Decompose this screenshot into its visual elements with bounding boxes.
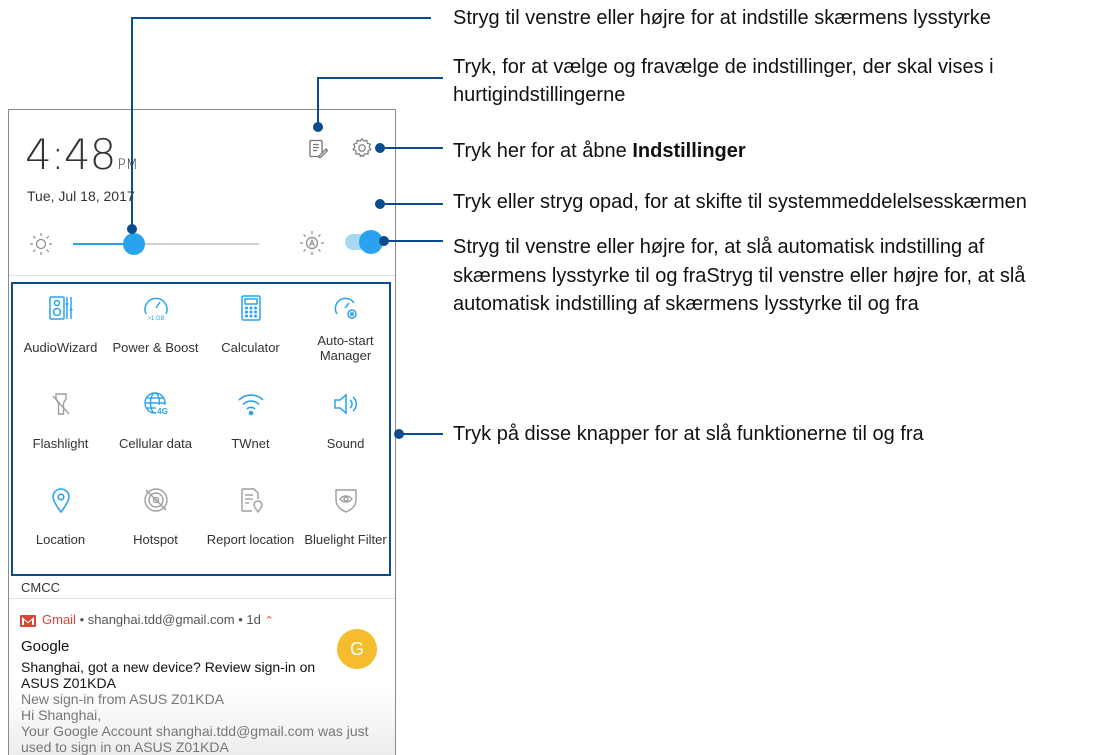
notification-line: ASUS Z01KDA xyxy=(21,675,116,691)
carrier-label: CMCC xyxy=(21,580,60,595)
avatar: G xyxy=(337,629,377,669)
brightness-slider-thumb[interactable] xyxy=(123,233,146,255)
auto-brightness-toggle[interactable] xyxy=(345,230,383,254)
brightness-slider[interactable] xyxy=(73,233,259,255)
notification-meta: • shanghai.tdd@gmail.com • 1d xyxy=(75,612,261,627)
callout-buttons-text: Tryk på disse knapper for at slå funktio… xyxy=(453,423,924,445)
clock-ampm: PM xyxy=(117,157,138,173)
brightness-low-icon xyxy=(30,233,52,255)
callout-line xyxy=(317,77,443,79)
settings-gear-icon[interactable] xyxy=(351,137,373,159)
notification-line: Shanghai, got a new device? Review sign-… xyxy=(21,659,316,675)
callout-edit-text-line1: Tryk, for at vælge og fravælge de indsti… xyxy=(453,56,994,78)
callout-auto-text-line1: Stryg til venstre eller højre for, at sl… xyxy=(453,236,985,258)
callout-line xyxy=(384,240,443,242)
callout-settings-bold: Indstillinger xyxy=(632,140,746,162)
date-label: Tue, Jul 18, 2017 xyxy=(27,188,135,204)
callout-dot xyxy=(313,122,323,132)
notification-title: Google xyxy=(21,638,70,655)
callout-line xyxy=(380,147,443,149)
callout-line xyxy=(131,17,431,19)
gmail-icon xyxy=(20,615,36,627)
clock: 4:48 PM xyxy=(25,134,138,176)
callout-swipe-text: Tryk eller stryg opad, for at skifte til… xyxy=(453,191,1027,213)
gmail-notification[interactable]: Gmail • shanghai.tdd@gmail.com • 1d ⌃ Go… xyxy=(9,598,395,755)
notification-app-name: Gmail xyxy=(42,612,76,627)
notification-header: Gmail • shanghai.tdd@gmail.com • 1d ⌃ xyxy=(42,612,274,627)
callout-dot xyxy=(127,224,137,234)
callout-auto-text-line3: automatisk indstilling af skærmens lysst… xyxy=(453,293,919,315)
callout-line xyxy=(317,77,319,127)
notification-line: Your Google Account shanghai.tdd@gmail.c… xyxy=(21,723,369,739)
callout-edit-text-line2: hurtigindstillingerne xyxy=(453,84,626,106)
notification-line: New sign-in from ASUS Z01KDA xyxy=(21,691,225,707)
divider xyxy=(9,275,395,276)
edit-quick-settings-icon[interactable] xyxy=(308,139,328,159)
notification-line: Hi Shanghai, xyxy=(21,707,102,723)
chevron-up-icon[interactable]: ⌃ xyxy=(264,615,273,627)
callout-brightness-text: Stryg til venstre eller højre for at ind… xyxy=(453,7,991,29)
callout-settings-text: Tryk her for at åbne Indstillinger xyxy=(453,138,746,164)
callout-settings-prefix: Tryk her for at åbne xyxy=(453,140,633,162)
callout-auto-text-line2: skærmens lysstyrke til og fraStryg til v… xyxy=(453,265,1026,287)
auto-brightness-icon xyxy=(300,231,324,255)
quick-settings-highlight-box xyxy=(11,282,391,576)
notification-line: used to sign in on ASUS Z01KDA xyxy=(21,739,229,755)
callout-line xyxy=(131,17,133,229)
callout-line xyxy=(399,433,443,435)
clock-time: 4:48 xyxy=(25,130,116,179)
callout-line xyxy=(380,203,443,205)
